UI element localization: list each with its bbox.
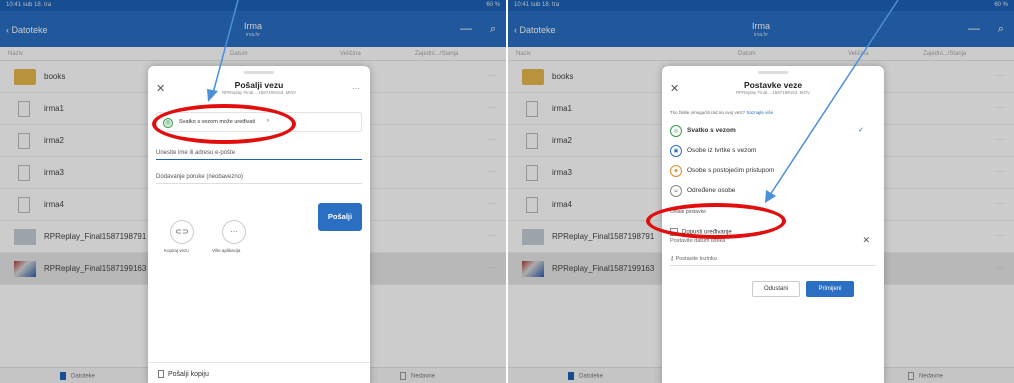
annotation-arrow (207, 0, 239, 102)
screen-link-settings: 10:41 sub 18. tra 60 % ‹ Datoteke Irma i… (508, 0, 1014, 383)
screen-share-link: 10:41 sub 18. tra 60 % ‹ Datoteke Irma i… (0, 0, 506, 383)
annotation-arrow (765, 0, 899, 203)
